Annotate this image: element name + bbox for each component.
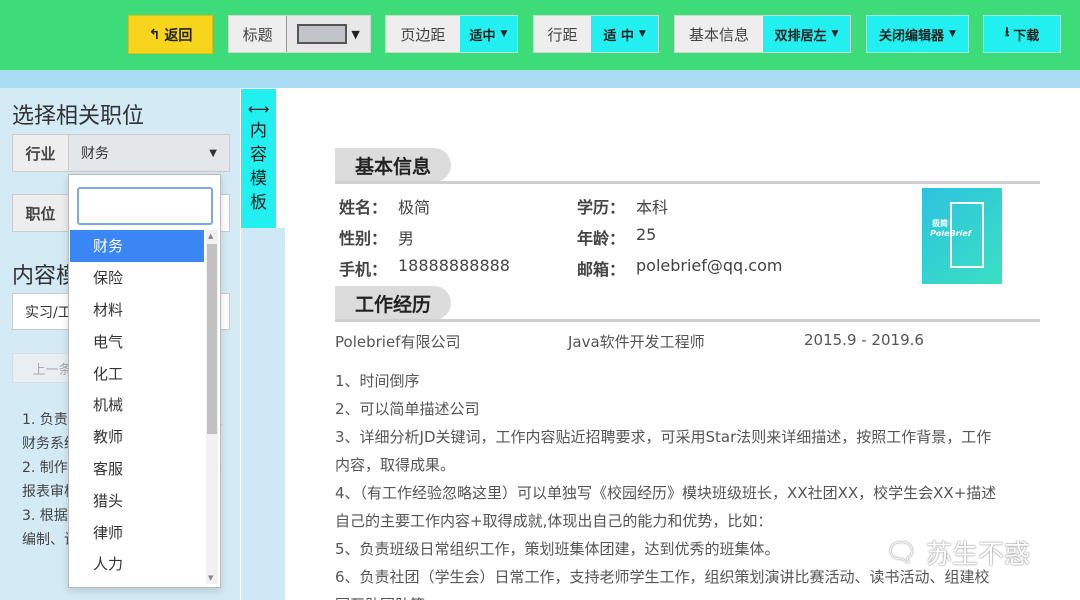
linespace-group: 行距 适 中 ▼ (533, 15, 659, 53)
caret-down-icon: ▼ (209, 147, 217, 159)
industry-label: 行业 (13, 135, 69, 171)
basic-info-section-header: 基本信息 (335, 148, 1040, 184)
dropdown-option[interactable]: 保险 (70, 262, 204, 294)
industry-select[interactable]: 财务 ▼ (69, 135, 229, 171)
desc-line: 自己的主要工作内容+取得成就,体现出自己的能力和优势，比如： (335, 512, 773, 530)
name-value[interactable]: 极简 (398, 194, 430, 218)
watermark: 🗨 苏生不惑 (885, 534, 1030, 571)
caret-down-icon: ▼ (638, 29, 646, 39)
logo-text: PoleBrief (930, 229, 972, 238)
margin-label: 页边距 (386, 16, 460, 52)
age-key: 年龄： (577, 229, 626, 248)
dropdown-options: 财务 保险 材料 电气 化工 机械 教师 客服 猎头 律师 人力 (70, 230, 204, 580)
back-button[interactable]: ↰ 返回 (128, 15, 213, 54)
margin-value: 适中 (469, 28, 496, 44)
dropdown-option[interactable]: 猎头 (70, 484, 204, 516)
name-key: 姓名： (339, 198, 388, 217)
work-section-header: 工作经历 (335, 286, 1040, 322)
desc-line: 2、可以简单描述公司 (335, 400, 480, 418)
dropdown-option[interactable]: 客服 (70, 453, 204, 485)
dropdown-search-input[interactable] (77, 187, 213, 225)
margin-select[interactable]: 适中 ▼ (459, 16, 517, 52)
desc-line: 4、（有工作经验忽略这里）可以单独写《校园经历》模块班级班长，XX社团XX，校学… (335, 484, 997, 502)
dropdown-option[interactable]: 人力 (70, 548, 204, 580)
dropdown-scrollbar[interactable]: ▲ ▼ (206, 230, 218, 584)
wechat-icon: 🗨 (885, 537, 919, 568)
tab-char: 内 (250, 121, 267, 141)
watermark-text: 苏生不惑 (926, 540, 1031, 570)
email-value[interactable]: polebrief@qq.com (636, 256, 782, 275)
phone-key: 手机： (339, 260, 388, 279)
tab-rail (241, 228, 285, 600)
age-value[interactable]: 25 (636, 225, 656, 244)
industry-field: 行业 财务 ▼ (12, 134, 230, 172)
tab-char: 板 (250, 193, 267, 213)
section-divider (335, 181, 1040, 184)
position-label: 职位 (13, 195, 69, 231)
scrollbar-thumb[interactable] (207, 244, 217, 434)
job-title[interactable]: Java软件开发工程师 (568, 331, 705, 352)
job-period[interactable]: 2015.9 - 2019.6 (804, 331, 924, 349)
dropdown-option[interactable]: 机械 (70, 389, 204, 421)
download-icon: ⭳ (1004, 25, 1010, 40)
industry-value: 财务 (81, 146, 109, 162)
section-title[interactable]: 基本信息 (335, 148, 452, 182)
content-template-tab[interactable]: ⟷ 内 容 模 板 (241, 89, 276, 228)
margin-group: 页边距 适中 ▼ (385, 15, 518, 53)
basic-info-select[interactable]: 双排居左 ▼ (763, 16, 850, 52)
basic-info-label: 基本信息 (675, 16, 763, 52)
dropdown-option[interactable]: 财务 (70, 230, 204, 262)
basic-info-value: 双排居左 (774, 28, 827, 44)
resize-horizontal-icon: ⟷ (247, 100, 270, 118)
linespace-value: 适 中 (603, 28, 634, 44)
toolbar: ↰ 返回 标题 ▼ 页边距 适中 ▼ 行距 适 中 ▼ 基本信息 双排居左 ▼ … (0, 0, 1080, 70)
select-position-title: 选择相关职位 (12, 104, 145, 129)
back-arrow-icon: ↰ (148, 26, 161, 43)
tab-char: 容 (250, 145, 267, 165)
desc-line: 1、时间倒序 (335, 372, 420, 390)
logo-text: 极简 (932, 219, 948, 228)
avatar[interactable]: 极简 PoleBrief (922, 188, 1002, 284)
prev-button-label: 上一条 (32, 362, 72, 378)
dropdown-option[interactable]: 材料 (70, 294, 204, 326)
scroll-up-icon[interactable]: ▲ (208, 232, 213, 240)
title-color-group: 标题 ▼ (228, 15, 371, 53)
close-editor-select[interactable]: 关闭编辑器 ▼ (866, 15, 969, 53)
desc-line: 内容，取得成果。 (335, 456, 456, 474)
tab-char: 模 (250, 169, 267, 189)
title-color-swatch (297, 24, 348, 44)
caret-down-icon: ▼ (949, 29, 956, 39)
scroll-down-icon[interactable]: ▼ (208, 574, 213, 582)
back-button-label: 返回 (164, 27, 193, 44)
toolbar-divider (0, 70, 1080, 88)
gender-key: 性别： (339, 229, 388, 248)
dropdown-option[interactable]: 律师 (70, 516, 204, 548)
dropdown-option[interactable]: 电气 (70, 325, 204, 357)
section-divider (335, 319, 1040, 322)
download-button[interactable]: ⭳ 下载 (983, 15, 1061, 53)
caret-down-icon: ▼ (831, 29, 839, 39)
gender-value[interactable]: 男 (398, 225, 414, 249)
phone-value[interactable]: 18888888888 (398, 256, 510, 275)
download-label: 下载 (1013, 28, 1040, 44)
caret-down-icon: ▼ (500, 29, 508, 39)
dropdown-option[interactable]: 化工 (70, 357, 204, 389)
linespace-select[interactable]: 适 中 ▼ (591, 16, 658, 52)
section-title[interactable]: 工作经历 (335, 286, 452, 320)
basic-info-group: 基本信息 双排居左 ▼ (674, 15, 851, 53)
title-label: 标题 (229, 16, 287, 52)
desc-line: 3、详细分析JD关键词，工作内容贴近招聘要求，可采用Star法则来详细描述，按照… (335, 428, 992, 446)
resume-preview: 基本信息 姓名： 极简 性别： 男 手机： 18888888888 学历： 本科… (285, 88, 1080, 600)
company-name[interactable]: Polebrief有限公司 (335, 331, 460, 352)
edu-value[interactable]: 本科 (636, 194, 668, 218)
industry-dropdown: 财务 保险 材料 电气 化工 机械 教师 客服 猎头 律师 人力 ▲ ▼ (68, 174, 221, 588)
close-editor-label: 关闭编辑器 (879, 28, 945, 44)
linespace-label: 行距 (534, 16, 592, 52)
caret-down-icon: ▼ (351, 27, 360, 41)
email-key: 邮箱： (577, 260, 626, 279)
edu-key: 学历： (577, 198, 626, 217)
title-color-picker[interactable]: ▼ (286, 16, 370, 52)
dropdown-option[interactable]: 教师 (70, 421, 204, 453)
desc-line: 园互助团队等。 (335, 591, 1045, 600)
